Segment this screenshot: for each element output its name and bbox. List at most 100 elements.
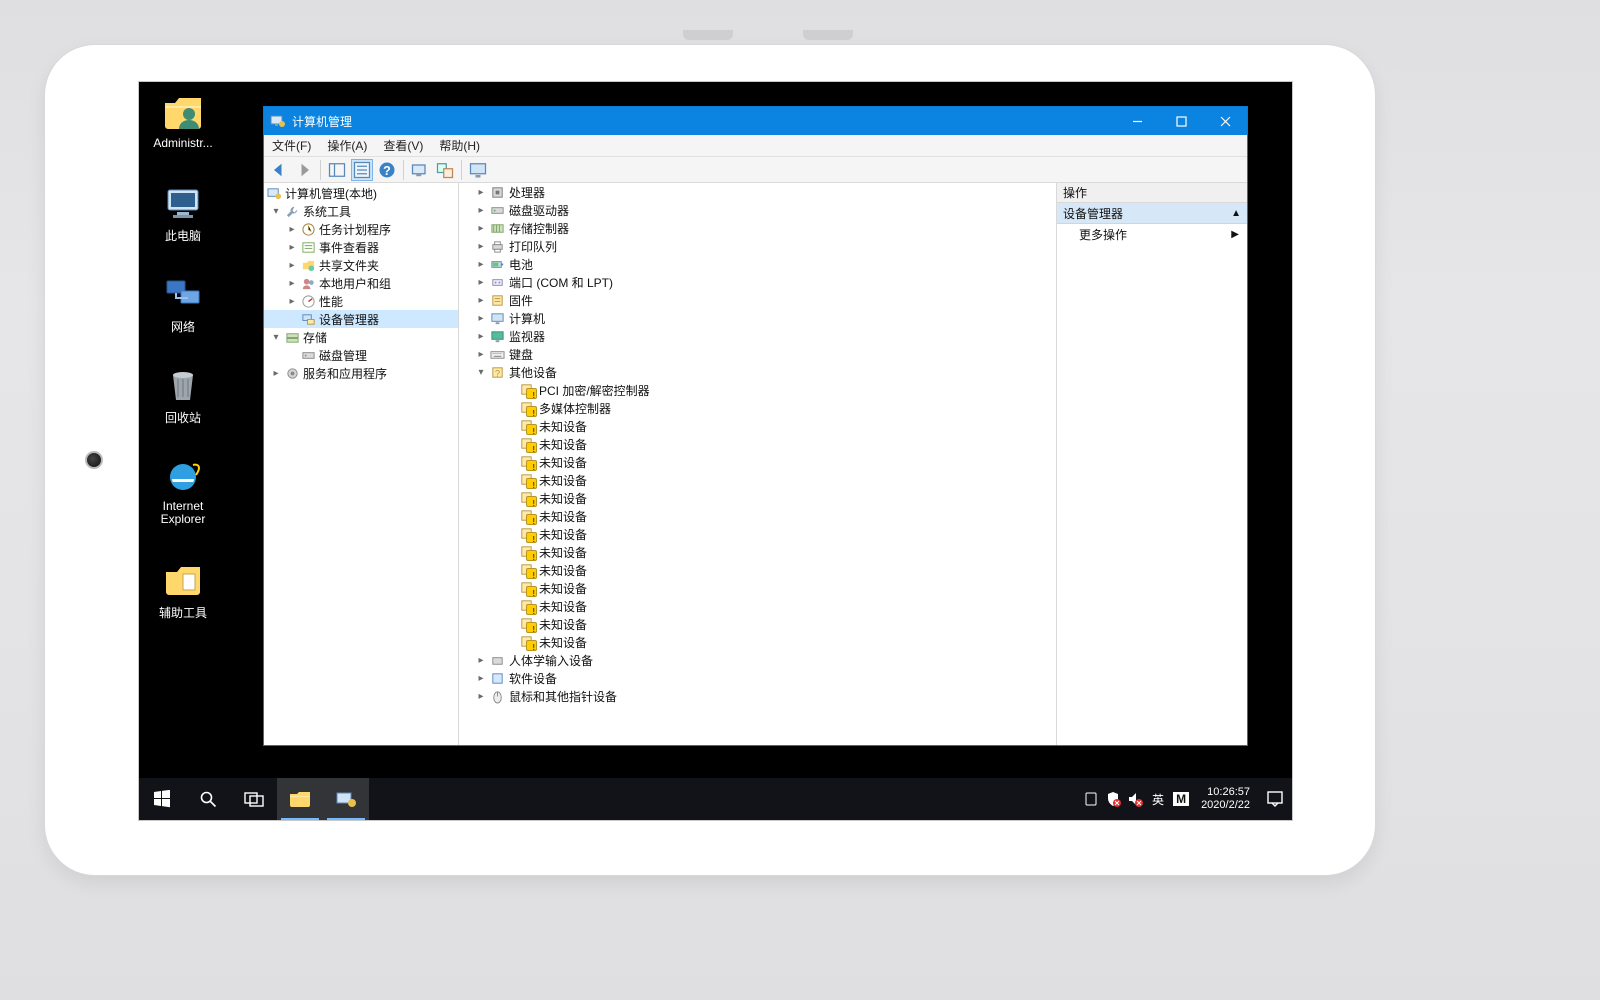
toolbar-forward[interactable] xyxy=(293,159,315,181)
tray-volume-icon[interactable] xyxy=(1127,791,1143,807)
chevron-right-icon[interactable]: ▸ xyxy=(475,312,487,324)
toolbar-show-hide[interactable] xyxy=(326,159,348,181)
tree-task-scheduler[interactable]: ▸ 任务计划程序 xyxy=(264,220,458,238)
device-row[interactable]: ▾?其他设备 xyxy=(459,363,1056,381)
chevron-right-icon[interactable]: ▸ xyxy=(475,330,487,342)
toolbar-properties[interactable] xyxy=(351,159,373,181)
actions-more[interactable]: 更多操作 ▶ xyxy=(1057,224,1247,244)
chevron-right-icon[interactable]: ▸ xyxy=(286,277,298,289)
device-row[interactable]: ▸处理器 xyxy=(459,183,1056,201)
chevron-right-icon[interactable]: ▸ xyxy=(475,240,487,252)
tree-local-users[interactable]: ▸ 本地用户和组 xyxy=(264,274,458,292)
left-tree-pane[interactable]: 计算机管理(本地) ▾ 系统工具 ▸ 任务计划程序 xyxy=(264,183,459,745)
desktop-icon-tools[interactable]: 辅助工具 xyxy=(142,559,224,621)
tree-storage[interactable]: ▾ 存储 xyxy=(264,328,458,346)
desktop[interactable]: Administr... 此电脑 网络 回收站 xyxy=(139,82,1292,778)
tree-performance[interactable]: ▸ 性能 xyxy=(264,292,458,310)
device-row[interactable]: 未知设备 xyxy=(459,507,1056,525)
device-row[interactable]: 未知设备 xyxy=(459,597,1056,615)
tree-services-apps[interactable]: ▸ 服务和应用程序 xyxy=(264,364,458,382)
device-row[interactable]: 未知设备 xyxy=(459,633,1056,651)
chevron-down-icon[interactable]: ▾ xyxy=(475,366,487,378)
close-button[interactable] xyxy=(1203,107,1247,135)
device-row[interactable]: ▸端口 (COM 和 LPT) xyxy=(459,273,1056,291)
chevron-right-icon[interactable]: ▸ xyxy=(475,222,487,234)
system-tray[interactable]: 英 M xyxy=(1083,790,1193,809)
chevron-right-icon[interactable]: ▸ xyxy=(286,259,298,271)
chevron-right-icon[interactable]: ▸ xyxy=(286,241,298,253)
toolbar-remote[interactable] xyxy=(467,159,489,181)
device-row[interactable]: ▸鼠标和其他指针设备 xyxy=(459,687,1056,705)
tray-tablet-mode-icon[interactable] xyxy=(1083,791,1099,807)
tree-system-tools[interactable]: ▾ 系统工具 xyxy=(264,202,458,220)
device-row[interactable]: 未知设备 xyxy=(459,489,1056,507)
chevron-right-icon[interactable]: ▸ xyxy=(475,258,487,270)
tree-device-manager[interactable]: 设备管理器 xyxy=(264,310,458,328)
tray-ime-lang[interactable]: 英 xyxy=(1149,790,1167,809)
device-row[interactable]: ▸磁盘驱动器 xyxy=(459,201,1056,219)
desktop-icon-administrator[interactable]: Administr... xyxy=(142,91,224,150)
device-row[interactable]: 未知设备 xyxy=(459,471,1056,489)
chevron-right-icon[interactable]: ▸ xyxy=(475,654,487,666)
toolbar-back[interactable] xyxy=(268,159,290,181)
taskbar-taskview[interactable] xyxy=(231,778,277,820)
device-row[interactable]: ▸监视器 xyxy=(459,327,1056,345)
device-row[interactable]: ▸存储控制器 xyxy=(459,219,1056,237)
taskbar-clock[interactable]: 10:26:57 2020/2/22 xyxy=(1193,786,1258,812)
device-row[interactable]: 未知设备 xyxy=(459,525,1056,543)
menu-file[interactable]: 文件(F) xyxy=(264,137,319,154)
maximize-button[interactable] xyxy=(1159,107,1203,135)
device-row[interactable]: 未知设备 xyxy=(459,615,1056,633)
chevron-right-icon[interactable]: ▸ xyxy=(475,186,487,198)
chevron-right-icon[interactable]: ▸ xyxy=(475,672,487,684)
tree-root[interactable]: 计算机管理(本地) xyxy=(264,184,458,202)
chevron-right-icon[interactable]: ▸ xyxy=(286,223,298,235)
toolbar-help[interactable]: ? xyxy=(376,159,398,181)
taskbar-notifications[interactable] xyxy=(1258,778,1292,820)
desktop-icon-this-pc[interactable]: 此电脑 xyxy=(142,182,224,244)
taskbar-computer-management[interactable] xyxy=(323,778,369,820)
device-row[interactable]: 未知设备 xyxy=(459,435,1056,453)
menu-view[interactable]: 查看(V) xyxy=(375,137,431,154)
device-row[interactable]: 未知设备 xyxy=(459,543,1056,561)
chevron-right-icon[interactable]: ▸ xyxy=(475,348,487,360)
device-row[interactable]: ▸软件设备 xyxy=(459,669,1056,687)
device-row[interactable]: 未知设备 xyxy=(459,453,1056,471)
center-device-pane[interactable]: ▸处理器▸磁盘驱动器▸存储控制器▸打印队列▸电池▸端口 (COM 和 LPT)▸… xyxy=(459,183,1057,745)
device-row[interactable]: ▸键盘 xyxy=(459,345,1056,363)
minimize-button[interactable] xyxy=(1115,107,1159,135)
chevron-right-icon[interactable]: ▸ xyxy=(475,204,487,216)
device-row[interactable]: ▸电池 xyxy=(459,255,1056,273)
taskbar-file-explorer[interactable] xyxy=(277,778,323,820)
tray-ime-mode[interactable]: M xyxy=(1173,792,1189,806)
device-row[interactable]: ▸人体学输入设备 xyxy=(459,651,1056,669)
device-row[interactable]: PCI 加密/解密控制器 xyxy=(459,381,1056,399)
chevron-down-icon[interactable]: ▾ xyxy=(270,205,282,217)
device-row[interactable]: ▸计算机 xyxy=(459,309,1056,327)
taskbar-search[interactable] xyxy=(185,778,231,820)
device-row[interactable]: ▸打印队列 xyxy=(459,237,1056,255)
tree-disk-mgmt[interactable]: 磁盘管理 xyxy=(264,346,458,364)
menu-action[interactable]: 操作(A) xyxy=(319,137,375,154)
device-row[interactable]: ▸固件 xyxy=(459,291,1056,309)
device-row[interactable]: 多媒体控制器 xyxy=(459,399,1056,417)
device-row[interactable]: 未知设备 xyxy=(459,579,1056,597)
chevron-right-icon[interactable]: ▸ xyxy=(475,690,487,702)
chevron-right-icon[interactable]: ▸ xyxy=(475,276,487,288)
toolbar-device-details[interactable] xyxy=(434,159,456,181)
desktop-icon-recycle-bin[interactable]: 回收站 xyxy=(142,364,224,426)
tray-security-icon[interactable] xyxy=(1105,791,1121,807)
chevron-down-icon[interactable]: ▾ xyxy=(270,331,282,343)
chevron-right-icon[interactable]: ▸ xyxy=(475,294,487,306)
desktop-icon-ie[interactable]: Internet Explorer xyxy=(142,455,224,526)
tree-event-viewer[interactable]: ▸ 事件查看器 xyxy=(264,238,458,256)
start-button[interactable] xyxy=(139,778,185,820)
desktop-icon-network[interactable]: 网络 xyxy=(142,273,224,335)
actions-selected-item[interactable]: 设备管理器 ▲ xyxy=(1057,203,1247,224)
tree-shared-folders[interactable]: ▸ 共享文件夹 xyxy=(264,256,458,274)
menu-help[interactable]: 帮助(H) xyxy=(431,137,488,154)
window-titlebar[interactable]: 计算机管理 xyxy=(264,107,1247,135)
chevron-right-icon[interactable]: ▸ xyxy=(286,295,298,307)
toolbar-scan[interactable] xyxy=(409,159,431,181)
device-row[interactable]: 未知设备 xyxy=(459,561,1056,579)
